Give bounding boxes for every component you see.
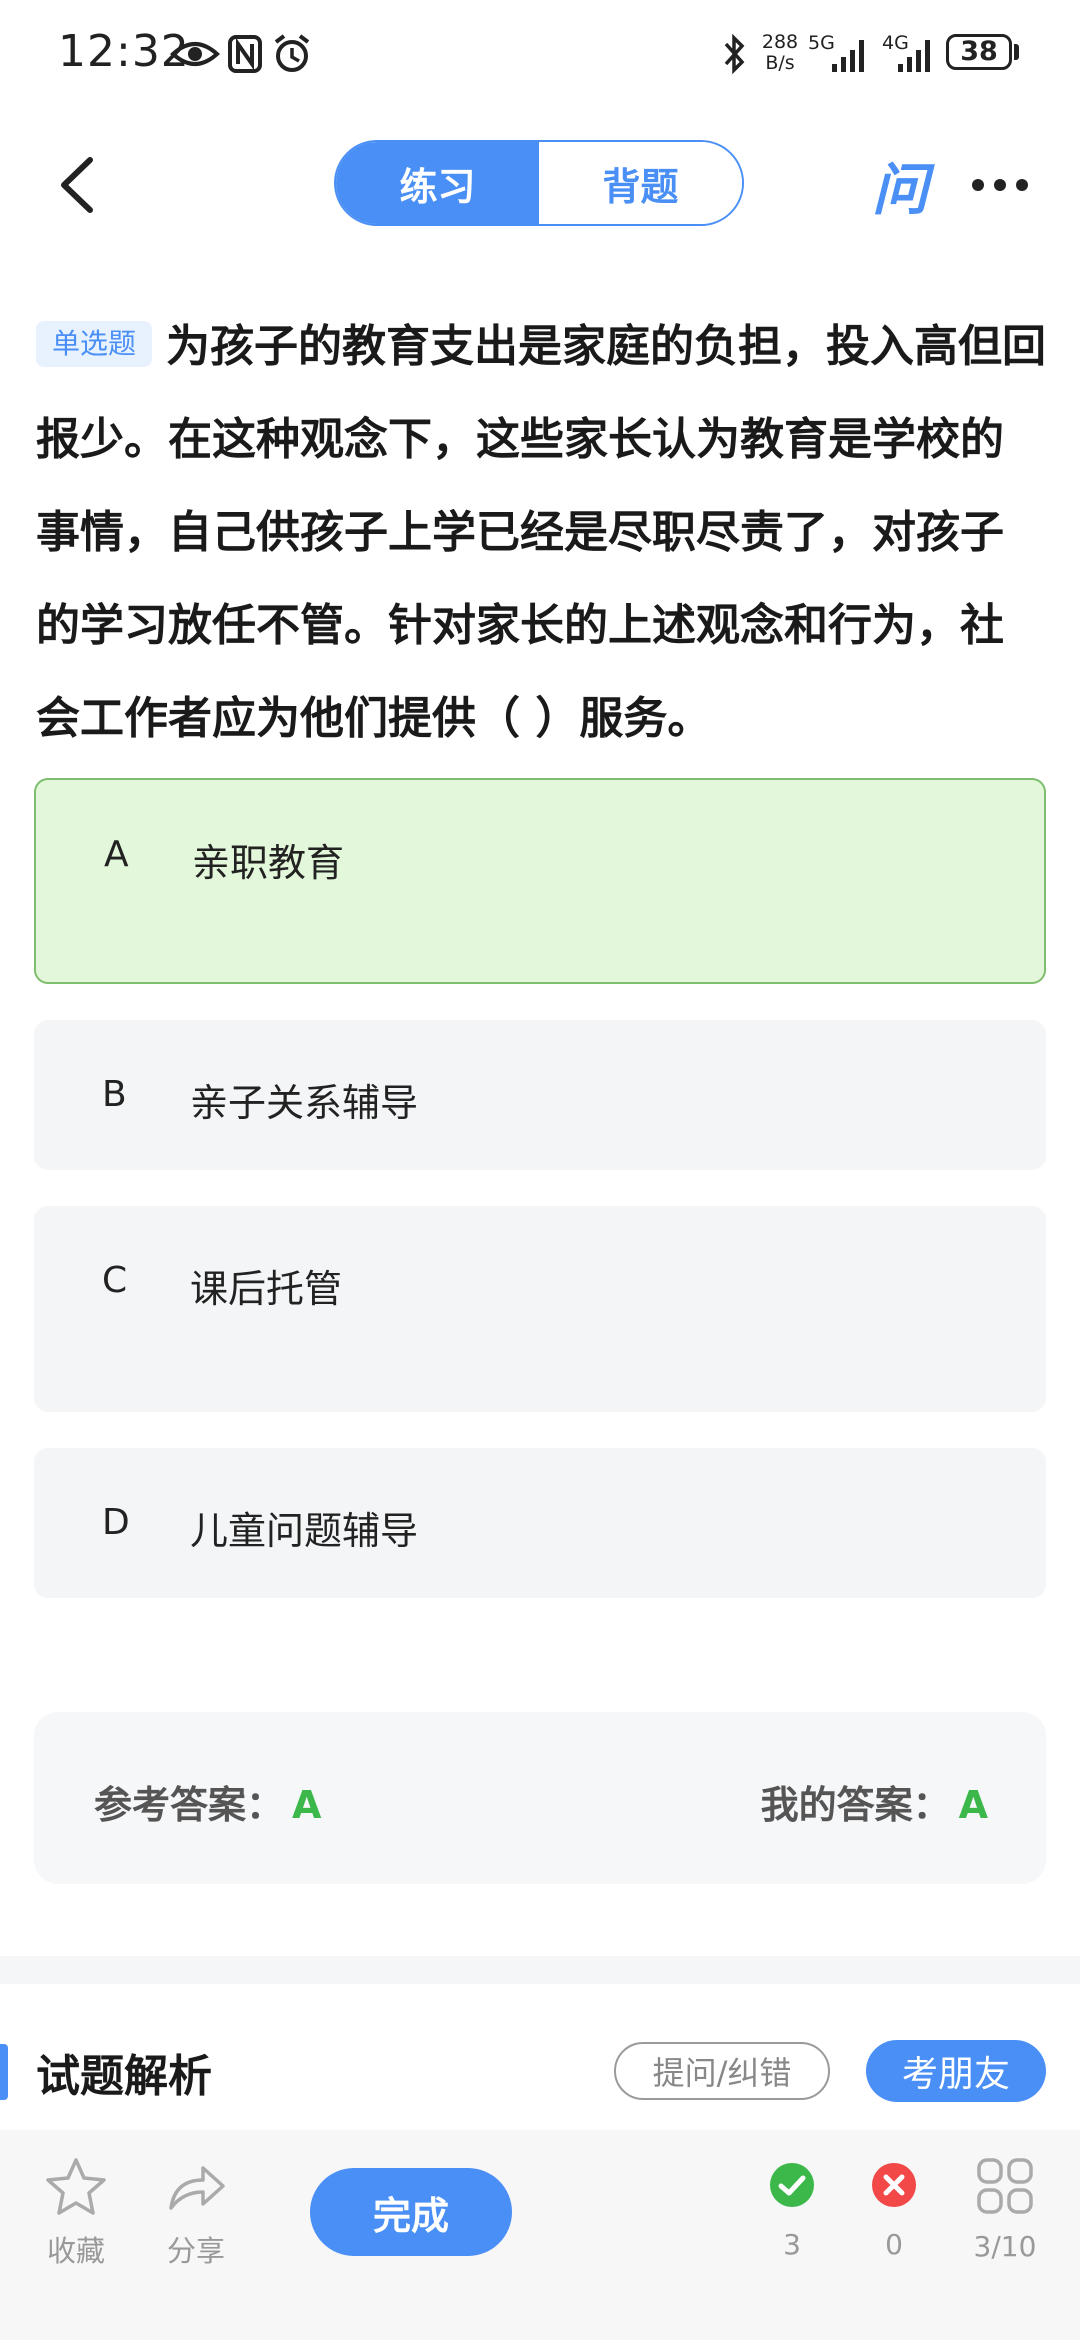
reference-answer: 参考答案： A	[94, 1774, 321, 1829]
signal-4g-icon	[898, 40, 930, 72]
question-grid-button[interactable]: 3/10	[962, 2156, 1048, 2263]
cross-circle-icon	[872, 2163, 916, 2207]
my-answer-value: A	[958, 1783, 988, 1827]
network-speed-unit: B/s	[765, 52, 795, 74]
option-letter: A	[104, 834, 129, 875]
status-bar: 12:32 288 B/s 5G 4G 38	[0, 0, 1080, 110]
question-text: 为孩子的教育支出是家庭的负担，投入高但回报少。在这种观念下，这些家长认为教育是学…	[36, 321, 1047, 744]
signal-5g-icon	[832, 40, 864, 72]
alarm-icon	[274, 34, 310, 72]
battery-cap	[1014, 44, 1019, 60]
quiz-friend-button[interactable]: 考朋友	[866, 2040, 1046, 2102]
favorite-button[interactable]: 收藏	[36, 2156, 116, 2270]
reference-answer-value: A	[292, 1783, 322, 1827]
option-b[interactable]: B 亲子关系辅导	[34, 1020, 1046, 1170]
option-a[interactable]: A 亲职教育	[34, 778, 1046, 984]
top-nav-bar: 练习 背题 问	[0, 110, 1080, 260]
bottom-toolbar: 收藏 分享 完成 3 0 3/10	[0, 2130, 1080, 2340]
reference-answer-label: 参考答案：	[94, 1783, 285, 1827]
grid-icon	[977, 2158, 1033, 2214]
share-label: 分享	[166, 2234, 225, 2268]
option-letter: B	[102, 1074, 127, 1115]
option-letter: C	[102, 1260, 128, 1301]
progress-value: 3/10	[973, 2230, 1037, 2263]
ask-correct-button[interactable]: 提问/纠错	[614, 2042, 830, 2100]
option-c[interactable]: C 课后托管	[34, 1206, 1046, 1412]
option-text: 亲职教育	[192, 841, 345, 885]
my-answer: 我的答案： A	[761, 1774, 988, 1829]
option-letter: D	[102, 1502, 130, 1543]
battery-indicator: 38	[946, 34, 1012, 70]
check-circle-icon	[770, 2163, 814, 2207]
wrong-count: 0	[864, 2160, 924, 2261]
tab-memorize[interactable]: 背题	[539, 142, 742, 224]
done-button[interactable]: 完成	[310, 2168, 512, 2256]
option-d[interactable]: D 儿童问题辅导	[34, 1448, 1046, 1598]
question-text-block: 单选题 为孩子的教育支出是家庭的负担，投入高但回报少。在这种观念下，这些家长认为教…	[36, 300, 1046, 765]
analysis-title: 试题解析	[36, 2051, 212, 2102]
ask-icon-glyph: 问	[872, 157, 928, 223]
wrong-count-value: 0	[885, 2228, 903, 2261]
correct-count-value: 3	[783, 2228, 801, 2261]
ask-question-icon[interactable]: 问	[868, 150, 932, 223]
share-icon	[169, 2166, 225, 2210]
option-text: 儿童问题辅导	[190, 1509, 419, 1553]
answer-summary: 参考答案： A 我的答案： A	[34, 1712, 1046, 1884]
mode-switch: 练习 背题	[334, 140, 744, 226]
share-button[interactable]: 分享	[156, 2156, 236, 2270]
option-text: 亲子关系辅导	[190, 1081, 419, 1125]
bluetooth-icon	[724, 33, 745, 75]
more-options-icon[interactable]	[970, 170, 1030, 200]
question-type-tag: 单选题	[36, 321, 153, 367]
back-button[interactable]	[50, 150, 110, 220]
my-answer-label: 我的答案：	[760, 1783, 951, 1827]
eye-icon	[170, 42, 220, 66]
network-speed: 288 B/s	[758, 32, 802, 74]
option-text: 课后托管	[190, 1267, 343, 1311]
network-speed-value: 288	[761, 31, 799, 53]
tab-practice[interactable]: 练习	[336, 142, 539, 224]
section-divider	[0, 1956, 1080, 1984]
favorite-label: 收藏	[46, 2234, 105, 2268]
star-icon	[46, 2158, 106, 2215]
correct-count: 3	[762, 2160, 822, 2261]
section-accent-bar	[0, 2044, 8, 2100]
nfc-icon	[228, 35, 262, 73]
